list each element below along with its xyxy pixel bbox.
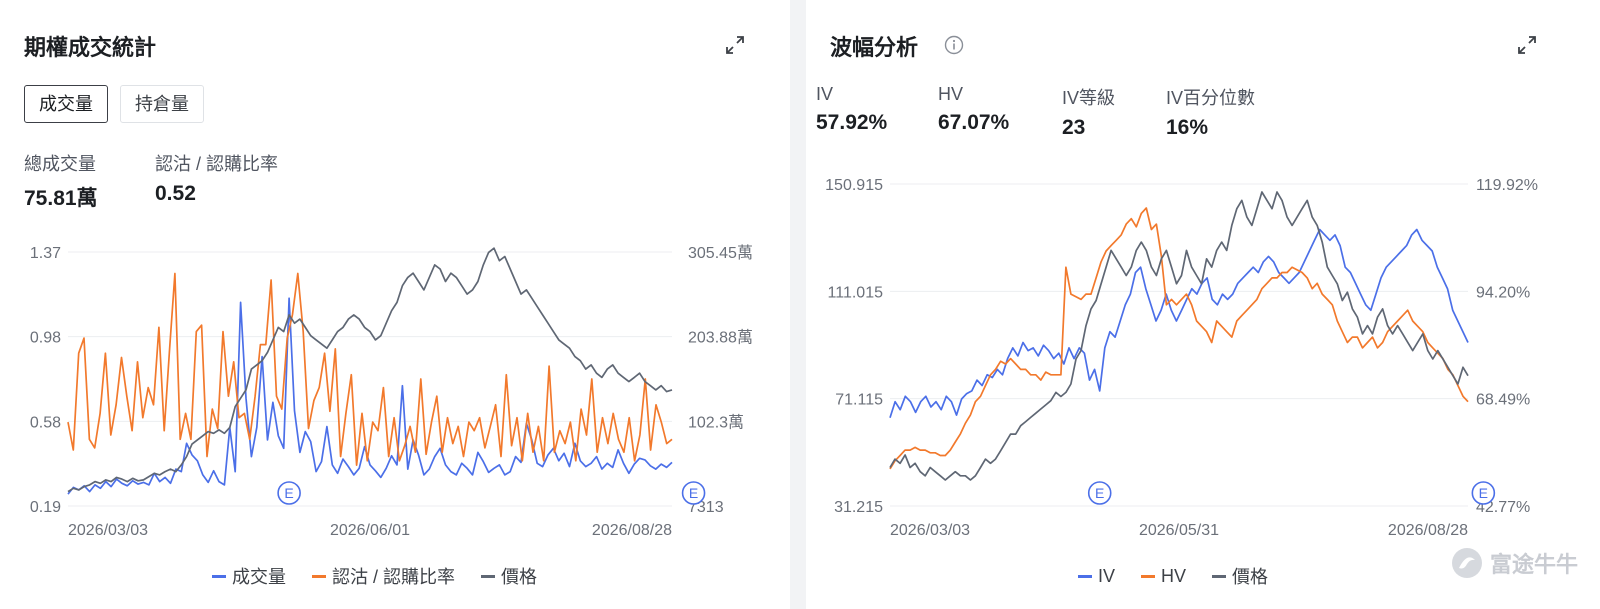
x-tick-label: 2026/08/28 xyxy=(592,522,672,539)
legend: IV HV 價格 xyxy=(1078,563,1294,589)
y-right-tick-label: 68.49% xyxy=(1476,392,1530,409)
series-line xyxy=(889,207,1469,470)
watermark-text: 富途牛牛 xyxy=(1489,552,1578,577)
legend-swatch xyxy=(1212,574,1227,578)
x-tick-label: 2026/08/28 xyxy=(1388,522,1468,539)
legend-label: IV xyxy=(1098,565,1116,586)
legend-item-iv[interactable]: IV xyxy=(1078,563,1115,589)
legend-item-hv[interactable]: HV xyxy=(1141,563,1186,589)
volume-chart: 1.37 305.45萬0.98 203.88萬0.58 102.3萬0.19 7313… xyxy=(30,244,753,539)
volatility-panel: 波幅分析 IV 57.92% HV 67.07% IV等級 23 IV百分位數 … xyxy=(806,0,1600,609)
x-tick-label: 2026/06/01 xyxy=(330,522,410,539)
legend-label: 成交量 xyxy=(232,567,286,587)
series-line xyxy=(889,191,1469,481)
y-right-tick-label: 305.45萬 xyxy=(688,244,753,262)
legend-swatch xyxy=(212,574,226,578)
y-left-tick-label: 150.915 xyxy=(825,177,883,194)
legend-label: 價格 xyxy=(501,567,538,587)
y-left-tick-label: 0.19 xyxy=(30,499,61,516)
series-line xyxy=(67,272,673,466)
legend-item-price[interactable]: 價格 xyxy=(481,563,537,589)
legend-item-volume[interactable]: 成交量 xyxy=(212,563,286,589)
legend-item-price[interactable]: 價格 xyxy=(1212,563,1268,589)
y-left-tick-label: 111.015 xyxy=(828,284,884,301)
legend-swatch xyxy=(1141,574,1156,578)
x-tick-label: 2026/03/03 xyxy=(68,522,148,539)
legend-swatch xyxy=(312,574,326,578)
legend-label: 認沽 / 認購比率 xyxy=(332,567,456,587)
options-volume-panel: 期權成交統計 成交量 持倉量 總成交量 75.81萬 認沽 / 認購比率 0.5… xyxy=(0,0,790,609)
event-marker-label: E xyxy=(689,485,698,501)
y-right-tick-label: 203.88萬 xyxy=(688,329,753,347)
y-left-tick-label: 31.215 xyxy=(834,499,883,516)
y-left-tick-label: 71.115 xyxy=(835,392,883,409)
event-marker-label: E xyxy=(1479,485,1488,501)
y-right-tick-label: 119.92% xyxy=(1476,177,1538,194)
y-right-tick-label: 94.20% xyxy=(1476,284,1530,301)
watermark: 富途牛牛 xyxy=(1450,546,1578,580)
legend-swatch xyxy=(1078,574,1092,578)
legend-item-ratio[interactable]: 認沽 / 認購比率 xyxy=(312,563,455,589)
legend-label: HV xyxy=(1161,565,1187,586)
x-tick-label: 2026/03/03 xyxy=(890,522,970,539)
series-line xyxy=(889,228,1469,419)
legend: 成交量 認沽 / 認購比率 價格 xyxy=(212,563,563,589)
futu-logo-icon xyxy=(1451,548,1482,578)
event-marker-label: E xyxy=(284,485,293,501)
legend-label: 價格 xyxy=(1232,567,1269,587)
legend-swatch xyxy=(481,574,496,578)
event-marker-label: E xyxy=(1095,485,1104,501)
series-line xyxy=(67,247,673,493)
x-tick-label: 2026/05/31 xyxy=(1139,522,1219,539)
y-right-tick-label: 102.3萬 xyxy=(688,413,744,431)
y-left-tick-label: 0.58 xyxy=(30,414,61,431)
volatility-chart: 150.915 119.92% 111.015 94.20% 71.115 68.49% 3… xyxy=(825,177,1538,539)
y-left-tick-label: 1.37 xyxy=(30,245,61,262)
y-left-tick-label: 0.98 xyxy=(30,330,61,347)
